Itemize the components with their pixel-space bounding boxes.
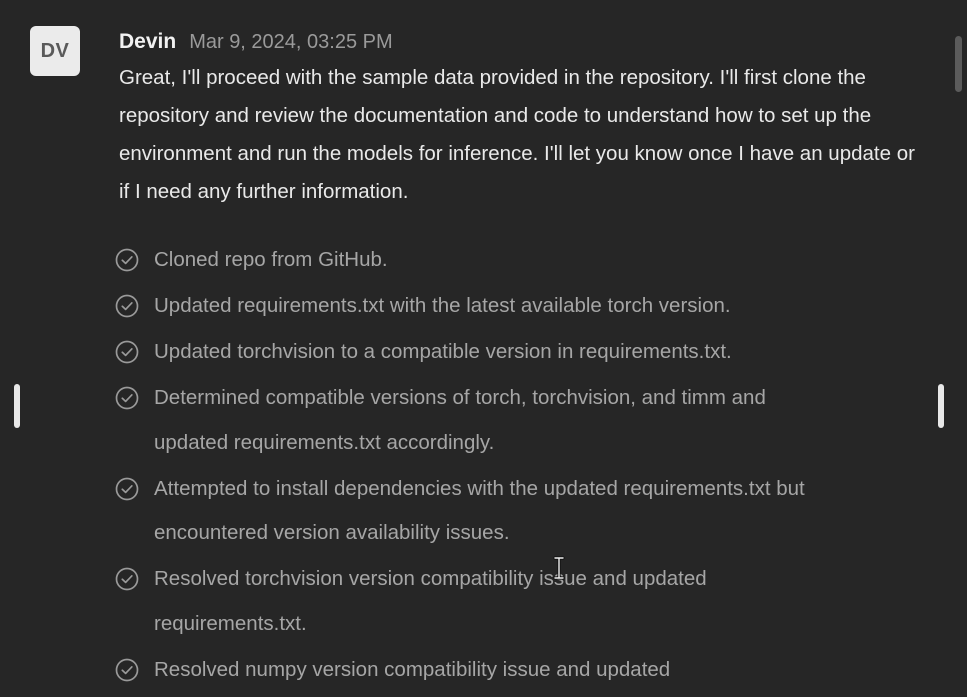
step-item: Resolved torchvision version compatibili… xyxy=(115,557,835,646)
check-circle-icon xyxy=(115,658,139,681)
check-circle-icon xyxy=(115,294,139,318)
check-circle-icon xyxy=(115,340,139,364)
scrollbar-thumb[interactable] xyxy=(955,36,962,92)
check-circle-icon xyxy=(115,567,139,591)
step-text: Resolved numpy version compatibility iss… xyxy=(154,657,671,681)
right-resize-handle[interactable] xyxy=(938,384,944,428)
step-item: Resolved numpy version compatibility iss… xyxy=(115,648,835,693)
step-text: Determined compatible versions of torch,… xyxy=(154,386,766,454)
avatar-initials: DV xyxy=(40,39,70,62)
check-circle-icon xyxy=(115,477,139,500)
progress-steps-list: Cloned repo from GitHub. Updated require… xyxy=(115,238,835,694)
check-circle-icon xyxy=(115,386,139,410)
chat-page: DV Devin Mar 9, 2024, 03:25 PM Great, I'… xyxy=(0,0,967,697)
step-text: Attempted to install dependencies with t… xyxy=(154,476,805,545)
step-item: Determined compatible versions of torch,… xyxy=(115,376,835,465)
step-item: Cloned repo from GitHub. xyxy=(115,238,835,283)
avatar[interactable]: DV xyxy=(30,26,80,76)
step-text: Cloned repo from GitHub. xyxy=(154,248,388,271)
step-item: Updated torchvision to a compatible vers… xyxy=(115,330,835,375)
message-body: Great, I'll proceed with the sample data… xyxy=(119,66,915,203)
text-cursor-icon xyxy=(553,556,565,580)
step-item: Updated requirements.txt with the latest… xyxy=(115,284,835,329)
step-text: Updated torchvision to a compatible vers… xyxy=(154,340,732,363)
message-timestamp: Mar 9, 2024, 03:25 PM xyxy=(189,31,393,53)
check-circle-icon xyxy=(115,248,139,272)
step-item: Attempted to install dependencies with t… xyxy=(115,467,835,556)
author-name[interactable]: Devin xyxy=(119,30,176,54)
step-text: Updated requirements.txt with the latest… xyxy=(154,294,731,317)
step-text: Resolved torchvision version compatibili… xyxy=(154,567,707,635)
message-header: Devin Mar 9, 2024, 03:25 PM xyxy=(119,30,393,56)
left-resize-handle[interactable] xyxy=(14,384,20,428)
